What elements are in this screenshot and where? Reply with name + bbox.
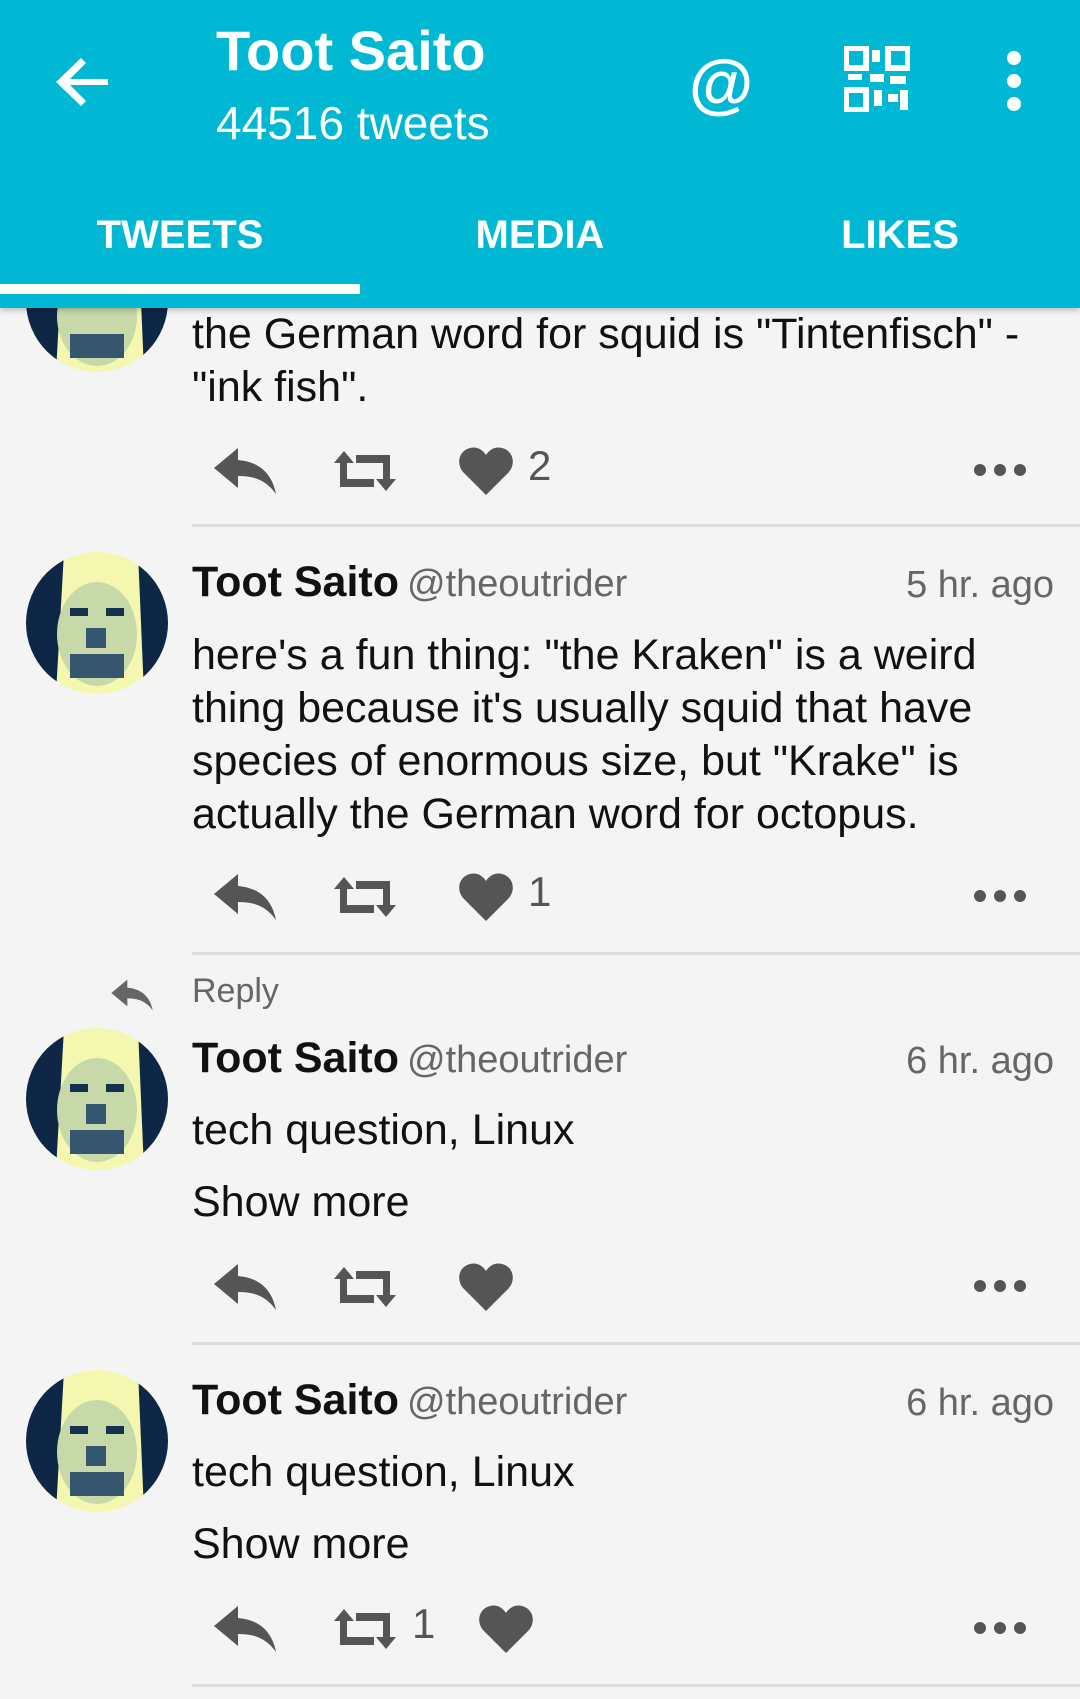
like-button[interactable] [458,1252,528,1322]
retweet-icon [334,877,396,917]
avatar[interactable] [26,1370,168,1512]
display-name: Toot Saito [192,1034,400,1082]
reply-icon [214,448,276,494]
tweet-actions: 2 [192,436,1062,506]
like-button[interactable]: 2 [458,436,588,506]
tweet-text: the German word for squid is "Tintenfisc… [192,310,1020,411]
retweet-button[interactable] [332,862,402,932]
tweet-actions: 1 [192,1594,1062,1664]
more-options-button[interactable] [972,436,1042,506]
like-count: 1 [528,868,552,915]
mention-button[interactable]: @ [676,38,766,128]
divider [192,1342,1080,1345]
like-button[interactable] [478,1594,548,1664]
divider [192,524,1080,527]
timestamp: 5 hr. ago [906,564,1054,606]
tab-label: MEDIA [475,213,605,257]
retweet-button[interactable] [332,436,402,506]
more-options-button[interactable] [972,1252,1042,1322]
user-handle: @theoutrider [407,1039,628,1081]
like-button[interactable]: 1 [458,862,588,932]
tweet-actions [192,1252,1062,1322]
arrow-left-icon [56,58,108,106]
more-options-button[interactable] [972,862,1042,932]
display-name: Toot Saito [192,1376,400,1424]
display-name: Toot Saito [192,558,400,606]
active-tab-indicator [0,284,360,294]
reply-icon [214,1606,276,1652]
like-count: 2 [528,442,552,489]
tweet-actions: 1 [192,862,1062,932]
show-more-link[interactable]: Show more [192,1178,409,1227]
more-horizontal-icon [974,1622,1026,1634]
tweet-text: tech question, Linux [192,1448,575,1496]
author-name[interactable]: Toot Saito @theoutrider [192,1034,627,1083]
reply-icon [214,1264,276,1310]
retweet-icon [334,1267,396,1307]
more-options-button[interactable] [972,1594,1042,1664]
reply-button[interactable] [212,862,282,932]
user-handle: @theoutrider [407,563,628,605]
retweet-button[interactable] [332,1252,402,1322]
more-horizontal-icon [974,464,1026,476]
heart-icon [459,447,513,495]
tweet-text: here's a fun thing: "the Kraken" is a we… [192,631,977,838]
divider [192,1684,1080,1687]
at-icon: @ [688,46,754,120]
overflow-menu-button[interactable] [1000,50,1028,112]
qr-code-icon [843,45,911,113]
timestamp: 6 hr. ago [906,1382,1054,1424]
heart-icon [459,1263,513,1311]
timestamp: 6 hr. ago [906,1040,1054,1082]
heart-icon [479,1605,533,1653]
reply-button[interactable] [212,1594,282,1664]
reply-icon [111,979,153,1011]
avatar[interactable] [26,1028,168,1170]
more-horizontal-icon [974,1280,1026,1292]
user-handle: @theoutrider [407,1381,628,1423]
avatar[interactable] [26,552,168,694]
tab-bar: TWEETS MEDIA LIKES [0,190,1080,308]
retweet-icon [334,1609,396,1649]
tweet-count: 44516 tweets [216,97,490,149]
reply-button[interactable] [212,436,282,506]
tweet-text: tech question, Linux [192,1106,575,1154]
reply-indicator: Reply [0,966,1080,1026]
tab-label: LIKES [841,213,959,257]
author-name[interactable]: Toot Saito @theoutrider [192,558,627,607]
page-title: Toot Saito [216,19,486,82]
retweet-count: 1 [412,1600,436,1647]
app-bar: Toot Saito 44516 tweets @ TWEETS MEDIA L… [0,0,1080,308]
tab-media[interactable]: MEDIA [360,190,720,308]
retweet-button[interactable]: 1 [332,1594,462,1664]
tab-likes[interactable]: LIKES [720,190,1080,308]
tab-tweets[interactable]: TWEETS [0,190,360,308]
retweet-icon [334,451,396,491]
divider [192,952,1080,955]
qr-code-button[interactable] [843,45,911,113]
tab-label: TWEETS [96,213,264,257]
reply-label: Reply [192,972,279,1010]
reply-button[interactable] [212,1252,282,1322]
more-vertical-icon [1007,51,1021,111]
back-button[interactable] [52,50,116,114]
more-horizontal-icon [974,890,1026,902]
author-name[interactable]: Toot Saito @theoutrider [192,1376,627,1425]
show-more-link[interactable]: Show more [192,1520,409,1569]
reply-icon [214,874,276,920]
heart-icon [459,873,513,921]
